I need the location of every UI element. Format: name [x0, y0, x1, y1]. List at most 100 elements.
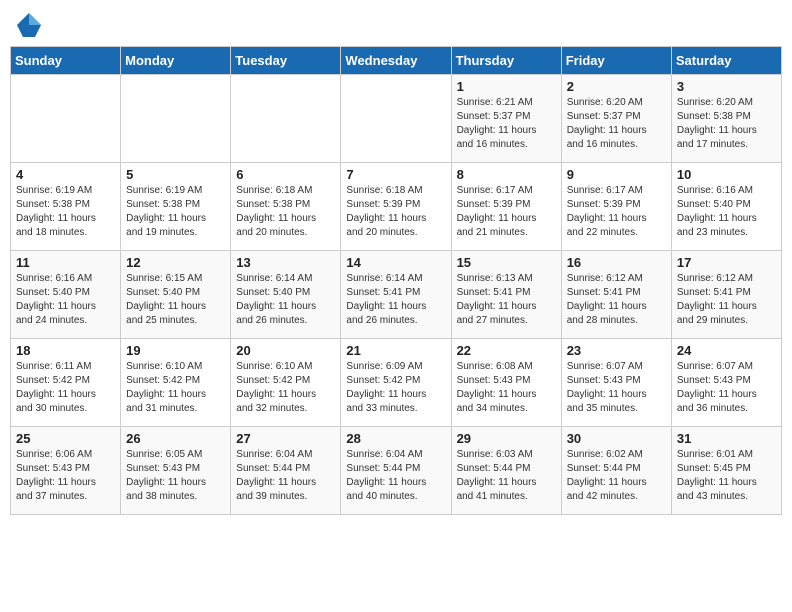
- weekday-header-friday: Friday: [561, 47, 671, 75]
- day-info: Sunrise: 6:09 AM Sunset: 5:42 PM Dayligh…: [346, 360, 445, 416]
- day-info: Sunrise: 6:07 AM Sunset: 5:43 PM Dayligh…: [677, 360, 776, 416]
- day-number: 5: [126, 167, 225, 182]
- calendar-cell: 27 Sunrise: 6:04 AM Sunset: 5:44 PM Dayli…: [231, 427, 341, 515]
- day-info: Sunrise: 6:14 AM Sunset: 5:41 PM Dayligh…: [346, 272, 445, 328]
- weekday-header-row: SundayMondayTuesdayWednesdayThursdayFrid…: [11, 47, 782, 75]
- day-info: Sunrise: 6:07 AM Sunset: 5:43 PM Dayligh…: [567, 360, 666, 416]
- calendar-cell: 14 Sunrise: 6:14 AM Sunset: 5:41 PM Dayli…: [341, 251, 451, 339]
- calendar-cell: [231, 75, 341, 163]
- calendar-cell: 15 Sunrise: 6:13 AM Sunset: 5:41 PM Dayli…: [451, 251, 561, 339]
- day-number: 14: [346, 255, 445, 270]
- calendar-cell: 28 Sunrise: 6:04 AM Sunset: 5:44 PM Dayli…: [341, 427, 451, 515]
- calendar-cell: 30 Sunrise: 6:02 AM Sunset: 5:44 PM Dayli…: [561, 427, 671, 515]
- calendar-cell: 12 Sunrise: 6:15 AM Sunset: 5:40 PM Dayli…: [121, 251, 231, 339]
- weekday-header-sunday: Sunday: [11, 47, 121, 75]
- day-number: 31: [677, 431, 776, 446]
- calendar-cell: [11, 75, 121, 163]
- calendar-cell: 26Sunrise: 6:05 AM Sunset: 5:43 PM Dayli…: [121, 427, 231, 515]
- day-number: 10: [677, 167, 776, 182]
- calendar-table: SundayMondayTuesdayWednesdayThursdayFrid…: [10, 46, 782, 515]
- day-number: 8: [457, 167, 556, 182]
- day-info: Sunrise: 6:01 AM Sunset: 5:45 PM Dayligh…: [677, 448, 776, 504]
- day-number: 19: [126, 343, 225, 358]
- day-info: Sunrise: 6:11 AM Sunset: 5:42 PM Dayligh…: [16, 360, 115, 416]
- calendar-cell: 25 Sunrise: 6:06 AM Sunset: 5:43 PM Dayli…: [11, 427, 121, 515]
- calendar-cell: 3 Sunrise: 6:20 AM Sunset: 5:38 PM Daylig…: [671, 75, 781, 163]
- calendar-cell: 16 Sunrise: 6:12 AM Sunset: 5:41 PM Dayli…: [561, 251, 671, 339]
- day-number: 16: [567, 255, 666, 270]
- day-info: Sunrise: 6:15 AM Sunset: 5:40 PM Dayligh…: [126, 272, 225, 328]
- day-info: Sunrise: 6:17 AM Sunset: 5:39 PM Dayligh…: [567, 184, 666, 240]
- calendar-cell: 10 Sunrise: 6:16 AM Sunset: 5:40 PM Dayli…: [671, 163, 781, 251]
- day-number: 25: [16, 431, 115, 446]
- day-number: 13: [236, 255, 335, 270]
- day-number: 11: [16, 255, 115, 270]
- day-info: Sunrise: 6:03 AM Sunset: 5:44 PM Dayligh…: [457, 448, 556, 504]
- week-row-5: 25 Sunrise: 6:06 AM Sunset: 5:43 PM Dayli…: [11, 427, 782, 515]
- calendar-cell: 21Sunrise: 6:09 AM Sunset: 5:42 PM Dayli…: [341, 339, 451, 427]
- day-number: 9: [567, 167, 666, 182]
- day-number: 22: [457, 343, 556, 358]
- day-number: 7: [346, 167, 445, 182]
- day-info: Sunrise: 6:13 AM Sunset: 5:41 PM Dayligh…: [457, 272, 556, 328]
- day-info: Sunrise: 6:17 AM Sunset: 5:39 PM Dayligh…: [457, 184, 556, 240]
- calendar-cell: 4Sunrise: 6:19 AM Sunset: 5:38 PM Daylig…: [11, 163, 121, 251]
- day-number: 28: [346, 431, 445, 446]
- calendar-cell: 6Sunrise: 6:18 AM Sunset: 5:38 PM Daylig…: [231, 163, 341, 251]
- day-number: 29: [457, 431, 556, 446]
- day-number: 2: [567, 79, 666, 94]
- day-info: Sunrise: 6:12 AM Sunset: 5:41 PM Dayligh…: [567, 272, 666, 328]
- day-info: Sunrise: 6:10 AM Sunset: 5:42 PM Dayligh…: [236, 360, 335, 416]
- calendar-cell: 22 Sunrise: 6:08 AM Sunset: 5:43 PM Dayli…: [451, 339, 561, 427]
- day-info: Sunrise: 6:10 AM Sunset: 5:42 PM Dayligh…: [126, 360, 225, 416]
- day-number: 12: [126, 255, 225, 270]
- day-info: Sunrise: 6:16 AM Sunset: 5:40 PM Dayligh…: [16, 272, 115, 328]
- day-info: Sunrise: 6:16 AM Sunset: 5:40 PM Dayligh…: [677, 184, 776, 240]
- calendar-cell: 20 Sunrise: 6:10 AM Sunset: 5:42 PM Dayli…: [231, 339, 341, 427]
- calendar-cell: 23 Sunrise: 6:07 AM Sunset: 5:43 PM Dayli…: [561, 339, 671, 427]
- calendar-cell: 31 Sunrise: 6:01 AM Sunset: 5:45 PM Dayli…: [671, 427, 781, 515]
- calendar-cell: 11 Sunrise: 6:16 AM Sunset: 5:40 PM Dayli…: [11, 251, 121, 339]
- calendar-cell: 29 Sunrise: 6:03 AM Sunset: 5:44 PM Dayli…: [451, 427, 561, 515]
- day-number: 17: [677, 255, 776, 270]
- weekday-header-thursday: Thursday: [451, 47, 561, 75]
- day-number: 20: [236, 343, 335, 358]
- day-number: 1: [457, 79, 556, 94]
- day-info: Sunrise: 6:04 AM Sunset: 5:44 PM Dayligh…: [346, 448, 445, 504]
- calendar-cell: [341, 75, 451, 163]
- day-number: 3: [677, 79, 776, 94]
- day-info: Sunrise: 6:06 AM Sunset: 5:43 PM Dayligh…: [16, 448, 115, 504]
- calendar-cell: 1 Sunrise: 6:21 AM Sunset: 5:37 PM Daylig…: [451, 75, 561, 163]
- day-number: 27: [236, 431, 335, 446]
- day-info: Sunrise: 6:21 AM Sunset: 5:37 PM Dayligh…: [457, 96, 556, 152]
- calendar-cell: 2 Sunrise: 6:20 AM Sunset: 5:37 PM Daylig…: [561, 75, 671, 163]
- day-info: Sunrise: 6:14 AM Sunset: 5:40 PM Dayligh…: [236, 272, 335, 328]
- weekday-header-wednesday: Wednesday: [341, 47, 451, 75]
- day-info: Sunrise: 6:08 AM Sunset: 5:43 PM Dayligh…: [457, 360, 556, 416]
- logo: [14, 10, 48, 40]
- calendar-cell: 13 Sunrise: 6:14 AM Sunset: 5:40 PM Dayli…: [231, 251, 341, 339]
- calendar-cell: 7Sunrise: 6:18 AM Sunset: 5:39 PM Daylig…: [341, 163, 451, 251]
- day-number: 4: [16, 167, 115, 182]
- day-info: Sunrise: 6:05 AM Sunset: 5:43 PM Dayligh…: [126, 448, 225, 504]
- day-number: 30: [567, 431, 666, 446]
- calendar-cell: 18 Sunrise: 6:11 AM Sunset: 5:42 PM Dayli…: [11, 339, 121, 427]
- day-info: Sunrise: 6:02 AM Sunset: 5:44 PM Dayligh…: [567, 448, 666, 504]
- day-info: Sunrise: 6:20 AM Sunset: 5:37 PM Dayligh…: [567, 96, 666, 152]
- day-number: 15: [457, 255, 556, 270]
- calendar-cell: 5 Sunrise: 6:19 AM Sunset: 5:38 PM Daylig…: [121, 163, 231, 251]
- day-info: Sunrise: 6:04 AM Sunset: 5:44 PM Dayligh…: [236, 448, 335, 504]
- day-info: Sunrise: 6:12 AM Sunset: 5:41 PM Dayligh…: [677, 272, 776, 328]
- calendar-cell: 9 Sunrise: 6:17 AM Sunset: 5:39 PM Daylig…: [561, 163, 671, 251]
- calendar-cell: 8 Sunrise: 6:17 AM Sunset: 5:39 PM Daylig…: [451, 163, 561, 251]
- day-number: 24: [677, 343, 776, 358]
- day-number: 18: [16, 343, 115, 358]
- day-info: Sunrise: 6:18 AM Sunset: 5:38 PM Dayligh…: [236, 184, 335, 240]
- weekday-header-saturday: Saturday: [671, 47, 781, 75]
- weekday-header-monday: Monday: [121, 47, 231, 75]
- weekday-header-tuesday: Tuesday: [231, 47, 341, 75]
- day-info: Sunrise: 6:19 AM Sunset: 5:38 PM Dayligh…: [126, 184, 225, 240]
- week-row-2: 4 Sunrise: 6:19 AM Sunset: 5:38 PM Daylig…: [11, 163, 782, 251]
- day-number: 23: [567, 343, 666, 358]
- day-info: Sunrise: 6:20 AM Sunset: 5:38 PM Dayligh…: [677, 96, 776, 152]
